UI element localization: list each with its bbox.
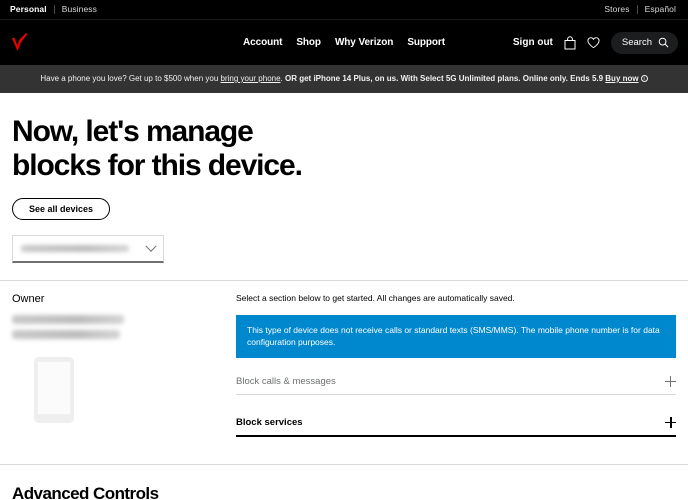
sign-out-button[interactable]: Sign out: [513, 37, 553, 48]
search-icon: [658, 37, 669, 48]
shopping-bag-button[interactable]: [564, 35, 576, 50]
promo-link-bring-your-phone[interactable]: bring your phone: [221, 74, 281, 83]
nav-link-why-verizon[interactable]: Why Verizon: [335, 37, 393, 48]
utility-bar-right: Stores Español: [597, 5, 678, 14]
blocks-panel: Select a section below to get started. A…: [222, 293, 676, 437]
shopping-bag-icon: [564, 35, 576, 49]
page-title: Now, let's manage blocks for this device…: [12, 115, 676, 182]
owner-label: Owner: [12, 293, 45, 306]
device-select-dropdown[interactable]: [12, 235, 164, 264]
heart-icon: [587, 37, 600, 49]
page-title-line1: Now, let's manage: [12, 115, 254, 148]
accordion-label: Block services: [236, 416, 303, 428]
nav-link-support[interactable]: Support: [407, 37, 445, 48]
device-select-value-redacted: [21, 245, 129, 253]
info-banner: This type of device does not receive cal…: [236, 315, 676, 358]
device-detail-columns: Owner Select a section below to get star…: [0, 281, 688, 437]
search-button[interactable]: Search: [610, 31, 678, 54]
utility-link-business[interactable]: Business: [55, 5, 104, 14]
see-all-devices-button[interactable]: See all devices: [12, 198, 111, 221]
accordion-item-block-calls-messages[interactable]: Block calls & messages: [236, 375, 676, 394]
nav-link-account[interactable]: Account: [243, 37, 282, 48]
promo-part1: Have a phone you love? Get up to $500 wh…: [40, 74, 221, 83]
advanced-controls-title: Advanced Controls: [12, 483, 159, 500]
nav-link-shop[interactable]: Shop: [296, 37, 321, 48]
favorites-button[interactable]: [587, 36, 600, 49]
info-circle-icon[interactable]: i: [640, 75, 648, 82]
phone-screen: [37, 361, 71, 416]
promo-banner-text: Have a phone you love? Get up to $500 wh…: [40, 74, 648, 83]
page-title-line2: blocks for this device.: [12, 148, 303, 182]
search-label: Search: [621, 37, 652, 48]
promo-banner: Have a phone you love? Get up to $500 wh…: [0, 65, 688, 93]
hero-section: Now, let's manage blocks for this device…: [0, 93, 688, 221]
plus-icon: [665, 375, 676, 387]
promo-bold-text: OR get iPhone 14 Plus, on us. With Selec…: [285, 74, 606, 83]
utility-bar-left: Personal Business: [10, 5, 104, 14]
utility-link-espanol[interactable]: Español: [638, 5, 678, 14]
main-nav-actions: Sign out Search: [513, 31, 678, 54]
main-navigation: Account Shop Why Verizon Support Sign ou…: [0, 20, 688, 65]
blocks-accordion: Block calls & messages Block services: [236, 375, 676, 437]
accordion-spacer: [236, 395, 676, 417]
advanced-controls-section: Advanced Controls Need special controls …: [0, 465, 688, 500]
accordion-underline: [236, 434, 676, 437]
promo-link-buy-now[interactable]: Buy now: [605, 74, 638, 83]
intro-text: Select a section below to get started. A…: [236, 293, 515, 304]
chevron-down-icon: [145, 240, 157, 252]
device-info-panel: Owner: [12, 293, 222, 437]
utility-link-personal[interactable]: Personal: [10, 5, 54, 14]
accordion-item-block-services[interactable]: Block services: [236, 416, 676, 435]
owner-name-redacted: [12, 315, 124, 325]
owner-number-redacted: [12, 330, 120, 340]
utility-link-stores[interactable]: Stores: [597, 5, 636, 14]
logo-link[interactable]: [10, 32, 46, 54]
phone-illustration: [34, 357, 74, 424]
verizon-checkmark-icon: [12, 33, 28, 51]
plus-icon: [665, 416, 676, 428]
utility-bar: Personal Business Stores Español: [0, 0, 688, 20]
accordion-label: Block calls & messages: [236, 375, 336, 387]
